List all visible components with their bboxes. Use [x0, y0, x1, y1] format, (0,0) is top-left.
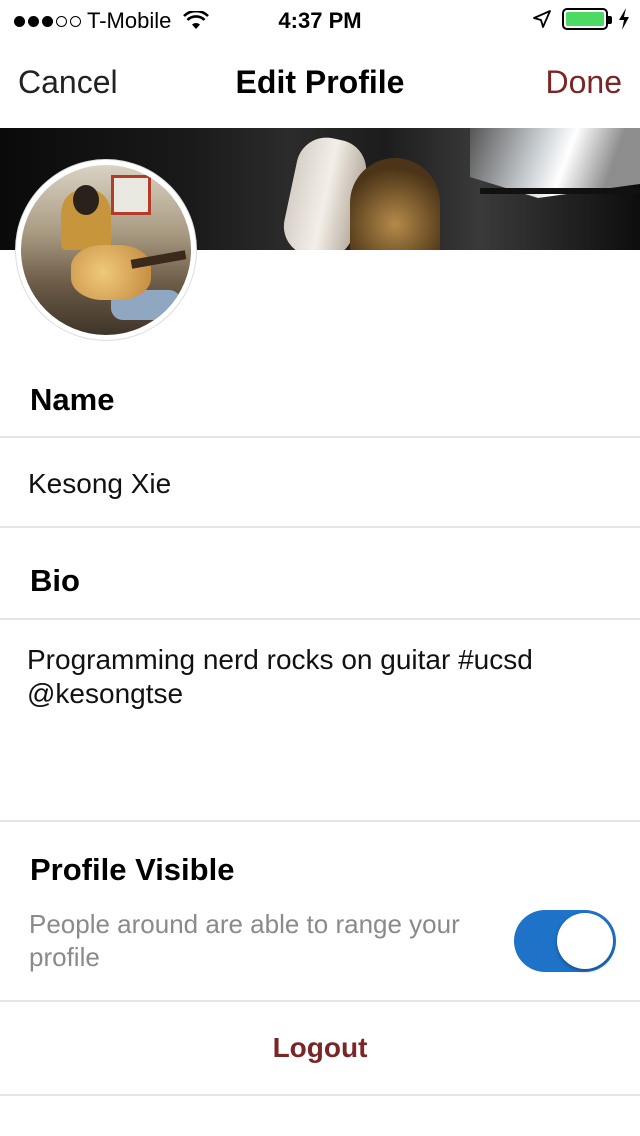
cancel-button[interactable]: Cancel [18, 64, 118, 101]
avatar[interactable] [16, 160, 196, 340]
bio-field[interactable]: Programming nerd rocks on guitar #ucsd @… [27, 643, 617, 711]
status-right [532, 8, 630, 30]
navigation-bar: Cancel Edit Profile Done [0, 40, 640, 128]
toggle-knob [557, 913, 613, 969]
bio-label: Bio [30, 563, 80, 598]
divider [0, 526, 640, 528]
cover-photo-detail [350, 158, 440, 250]
battery-cap [608, 16, 612, 24]
avatar-photo-detail [71, 245, 151, 300]
charging-bolt-icon [619, 8, 629, 30]
avatar-photo-detail [73, 185, 99, 215]
name-field[interactable]: Kesong Xie [28, 468, 171, 500]
cover-photo-detail [480, 188, 640, 194]
battery-icon [562, 8, 612, 30]
divider [0, 618, 640, 620]
location-arrow-icon [533, 10, 551, 28]
status-bar: T-Mobile 4:37 PM [0, 0, 640, 40]
divider [0, 436, 640, 438]
logout-button[interactable]: Logout [0, 1002, 640, 1094]
divider [0, 820, 640, 822]
divider [0, 1094, 640, 1096]
profile-visible-toggle[interactable] [514, 910, 616, 972]
name-label: Name [30, 382, 115, 417]
avatar-photo [21, 165, 191, 335]
done-button[interactable]: Done [546, 64, 623, 101]
avatar-photo-detail [111, 175, 151, 215]
profile-visible-description: People around are able to range your pro… [29, 909, 460, 972]
battery-level [566, 12, 604, 26]
profile-visible-label: Profile Visible [30, 852, 235, 887]
